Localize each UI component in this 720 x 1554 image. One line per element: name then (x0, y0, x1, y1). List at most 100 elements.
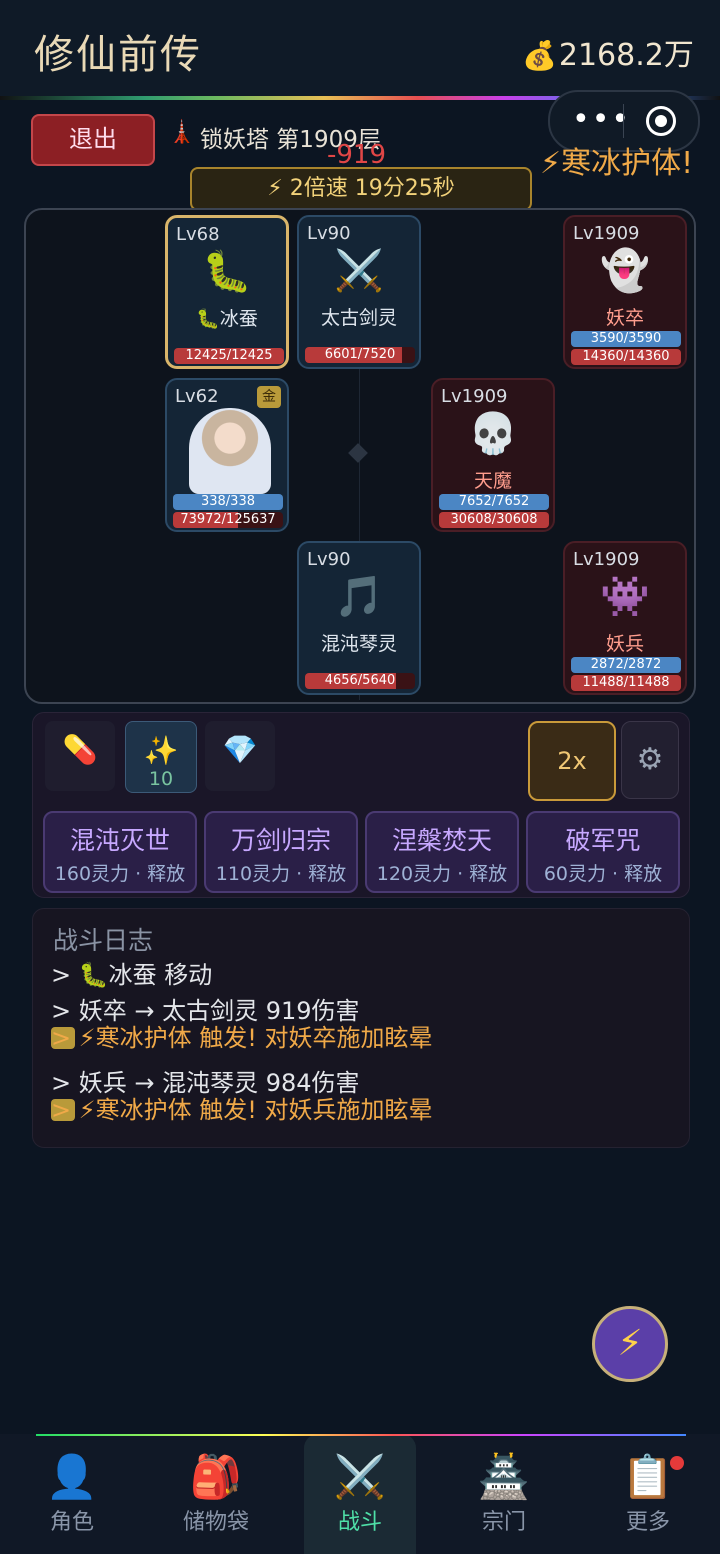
hp-bar: 12425/12425 (174, 348, 284, 364)
speed-boost-bar: ⚡ 2倍速 19分25秒 (190, 167, 532, 211)
mp-bar: 3590/3590 (571, 331, 681, 347)
mp-text: 2872/2872 (590, 657, 662, 672)
nav-tab-more[interactable]: 📋 更多 (592, 1434, 704, 1554)
ghost-icon: 👻 (600, 248, 650, 294)
log-line: > ⚡寒冰护体 触发! 对妖兵施加眩晕 (51, 1096, 433, 1124)
lightning-icon: ⚡ (617, 1323, 643, 1364)
buff-popup: ⚡寒冰护体! (540, 146, 694, 181)
money-bag-icon: 💰 (522, 39, 557, 72)
unit-level: Lv90 (307, 223, 351, 244)
skill-button-breaker[interactable]: 破军咒 60灵力 · 释放 (526, 811, 680, 893)
hp-bar: 73972/125637 (173, 512, 283, 528)
app-title: 修仙前传 (34, 32, 202, 78)
log-line: > ⚡寒冰护体 触发! 对妖卒施加眩晕 (51, 1024, 433, 1052)
gem-item-slot[interactable]: 💎 (205, 721, 275, 791)
close-target-icon[interactable] (646, 106, 676, 136)
sparkles-icon: ✨ (143, 734, 179, 767)
enemy-card-soldier[interactable]: Lv1909 👻 妖卒 3590/3590 14360/14360 (563, 215, 687, 369)
crossed-swords-icon: ⚔️ (333, 1452, 387, 1501)
unit-name: 太古剑灵 (320, 307, 397, 329)
alien-monster-icon: 👾 (600, 574, 650, 620)
gold-rank-badge: 金 (257, 386, 281, 408)
skill-name: 混沌灭世 (69, 826, 170, 855)
auto-battle-button[interactable]: ⚡ (592, 1306, 668, 1382)
nav-label: 储物袋 (182, 1510, 249, 1535)
hp-text: 30608/30608 (450, 512, 538, 527)
hp-text: 6601/7520 (324, 347, 396, 362)
mp-text: 338/338 (200, 494, 255, 509)
unit-level: Lv90 (307, 549, 351, 570)
item-count: 10 (148, 768, 174, 790)
unit-card-sword-spirit[interactable]: Lv90 ⚔️ 太古剑灵 6601/7520 (297, 215, 421, 369)
notification-dot (670, 1456, 684, 1470)
nav-label: 更多 (625, 1510, 670, 1535)
clipboard-icon: 📋 (621, 1452, 675, 1501)
unit-level: Lv62 (175, 386, 219, 407)
pill-icon: 💊 (62, 733, 98, 766)
hp-bar: 14360/14360 (571, 349, 681, 365)
nav-tab-battle[interactable]: ⚔️ 战斗 (304, 1434, 416, 1554)
nav-tab-character[interactable]: 👤 角色 (16, 1434, 128, 1554)
unit-card-music-spirit[interactable]: Lv90 🎵 混沌琴灵 4656/5640 (297, 541, 421, 695)
skill-name: 涅槃焚天 (391, 826, 492, 855)
nav-label: 战斗 (337, 1510, 382, 1535)
skill-button-swords[interactable]: 万剑归宗 110灵力 · 释放 (204, 811, 358, 893)
gem-icon: 💎 (222, 733, 258, 766)
skill-button-nirvana[interactable]: 涅槃焚天 120灵力 · 释放 (365, 811, 519, 893)
skill-cost: 120灵力 · 释放 (376, 863, 508, 885)
unit-name: 天魔 (473, 470, 512, 492)
hp-text: 14360/14360 (582, 349, 670, 364)
mp-bar: 2872/2872 (571, 657, 681, 673)
battle-log-title: 战斗日志 (53, 926, 154, 955)
control-panel: 💊 ✨ 10 💎 2x ⚙ 混沌灭世 160灵力 · 释放 万剑归宗 110灵力 · … (32, 712, 690, 898)
hp-bar: 11488/11488 (571, 675, 681, 691)
hp-text: 73972/125637 (180, 512, 276, 527)
crossed-swords-icon: ⚔️ (334, 248, 384, 294)
nav-label: 角色 (49, 1510, 94, 1535)
skill-cost: 60灵力 · 释放 (543, 863, 663, 885)
exit-button[interactable]: 退出 (31, 114, 155, 166)
hp-text: 12425/12425 (185, 348, 273, 363)
unit-level: Lv1909 (573, 223, 640, 244)
money-display: 💰2168.2万 (522, 30, 694, 74)
speed-toggle-button[interactable]: 2x (528, 721, 616, 801)
capsule-divider (623, 104, 624, 138)
hero-avatar (189, 408, 271, 494)
log-line: > 🐛冰蚕 移动 (51, 961, 213, 989)
mp-bar: 338/338 (173, 494, 283, 510)
gear-icon: ⚙ (636, 742, 664, 777)
pill-item-slot[interactable]: 💊 (45, 721, 115, 791)
hp-bar: 6601/7520 (305, 347, 415, 363)
silkworm-icon: 🐛 (202, 249, 252, 295)
enemy-card-demon[interactable]: Lv1909 💀 天魔 7652/7652 30608/30608 (431, 378, 555, 532)
damage-popup: -919 (327, 140, 387, 170)
hp-text: 11488/11488 (582, 675, 670, 690)
enemy-card-warrior[interactable]: Lv1909 👾 妖兵 2872/2872 11488/11488 (563, 541, 687, 695)
unit-card-silkworm[interactable]: Lv68 🐛 🐛冰蚕 12425/12425 (165, 215, 289, 369)
sparkle-item-slot[interactable]: ✨ 10 (125, 721, 197, 793)
unit-card-hero[interactable]: Lv62 金 338/338 73972/125637 (165, 378, 289, 532)
skill-cost: 110灵力 · 释放 (215, 863, 347, 885)
log-line: > 妖兵 → 混沌琴灵 984伤害 (51, 1069, 360, 1097)
hp-bar: 30608/30608 (439, 512, 549, 528)
unit-name: 妖卒 (605, 307, 644, 329)
money-value: 2168.2万 (558, 38, 694, 73)
battle-log: 战斗日志 > 🐛冰蚕 移动 > 妖卒 → 太古剑灵 919伤害 > ⚡寒冰护体 … (32, 908, 690, 1148)
tower-icon: 🗼 (168, 120, 196, 145)
unit-name: 妖兵 (605, 633, 644, 655)
settings-button[interactable]: ⚙ (621, 721, 679, 799)
unit-level: Lv68 (176, 224, 220, 245)
unit-name: 混沌琴灵 (320, 633, 397, 655)
nav-tab-bag[interactable]: 🎒 储物袋 (160, 1434, 272, 1554)
mp-text: 3590/3590 (590, 331, 662, 346)
nav-label: 宗门 (481, 1510, 526, 1535)
hp-bar: 4656/5640 (305, 673, 415, 689)
nav-tab-sect[interactable]: 🏯 宗门 (448, 1434, 560, 1554)
nav-divider (36, 1434, 686, 1436)
hp-text: 4656/5640 (324, 673, 396, 688)
skill-cost: 160灵力 · 释放 (54, 863, 186, 885)
log-line: > 妖卒 → 太古剑灵 919伤害 (51, 997, 360, 1025)
skill-button-chaos[interactable]: 混沌灭世 160灵力 · 释放 (43, 811, 197, 893)
unit-level: Lv1909 (441, 386, 508, 407)
mp-text: 7652/7652 (458, 494, 530, 509)
